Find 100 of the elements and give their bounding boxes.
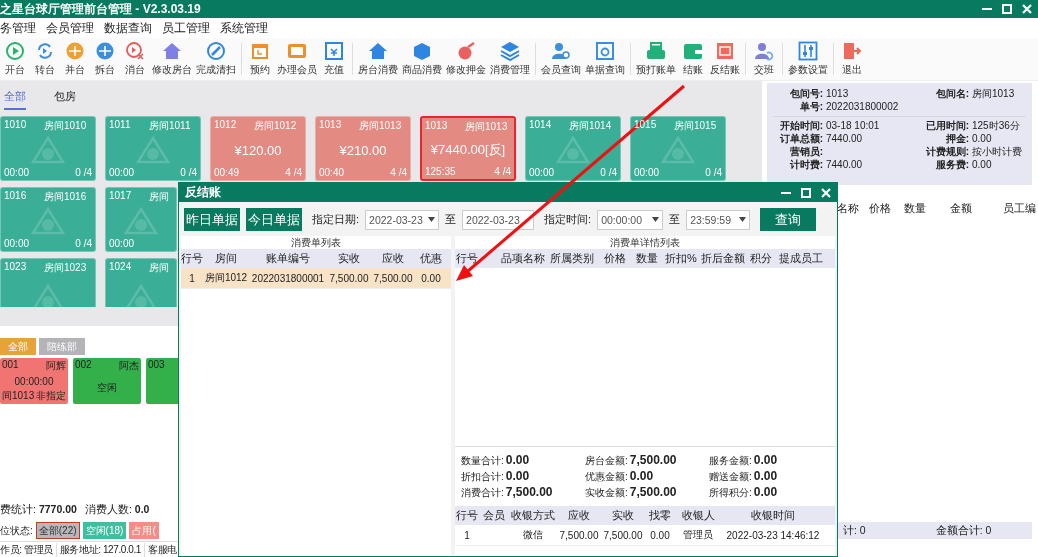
- column-header: 房间: [214, 251, 238, 266]
- staff-name: 阿杰: [119, 359, 139, 373]
- close-icon[interactable]: [1022, 4, 1032, 14]
- toolbar-button[interactable]: 修改房台: [150, 41, 194, 77]
- info-value: 2022031800002: [826, 101, 899, 113]
- toolbar-button[interactable]: 办理会员: [275, 41, 319, 77]
- time-to-select[interactable]: 23:59:59: [686, 209, 751, 230]
- column-header: 实收: [337, 251, 361, 266]
- toolbar-button[interactable]: 反结账: [708, 41, 742, 77]
- toolbar-button[interactable]: 充值: [319, 41, 349, 77]
- room-name: 房间1023: [44, 261, 87, 275]
- info-label: 押金:: [944, 133, 969, 145]
- play-icon: [5, 41, 25, 61]
- quick-filter-button[interactable]: 昨日单据: [184, 208, 240, 231]
- logo-icon: [31, 283, 65, 307]
- toolbar-button[interactable]: 拆台: [90, 41, 120, 77]
- column-header: 折后金额: [700, 251, 746, 266]
- toolbar-button[interactable]: 并台: [60, 41, 90, 77]
- info-value: 0.00: [972, 133, 992, 145]
- room-time: 125:35: [425, 166, 456, 177]
- room-name: 房间1014: [569, 119, 612, 133]
- query-button[interactable]: 查询: [760, 208, 817, 231]
- room-occupancy: 0 /4: [75, 238, 92, 249]
- table-cell-text: 7,500.00: [372, 272, 414, 284]
- toolbar-button[interactable]: 商品消费: [400, 41, 444, 77]
- summary-label: 赠送金额:: [709, 470, 752, 484]
- user-sync-icon: [754, 41, 774, 61]
- room-occupancy: 0 /4: [180, 167, 197, 178]
- column-header: 数量: [903, 200, 927, 216]
- staff-tile[interactable]: 003: [146, 358, 178, 404]
- menu-item[interactable]: 系统管理: [220, 20, 268, 36]
- room-name: 房间1013: [465, 120, 508, 134]
- room-name: 房间1013: [359, 119, 402, 133]
- footer-total: 金额合计: 0: [935, 523, 992, 538]
- toolbar-button[interactable]: 退出: [837, 41, 867, 77]
- date-to-field[interactable]: 2022-03-23: [462, 209, 535, 230]
- room-number: 1013: [425, 120, 449, 133]
- bill-row[interactable]: 1 房间1012 2022031800001 7,500.00 7,500.00 0.00: [181, 268, 451, 289]
- toolbar-button[interactable]: 参数设置: [786, 41, 830, 77]
- caret-icon: [428, 217, 436, 222]
- room-tab[interactable]: 全部: [4, 82, 26, 110]
- menu-item[interactable]: 会员管理: [46, 20, 94, 36]
- table-cell-text: 0.00: [420, 272, 442, 284]
- printer-icon: [646, 41, 666, 61]
- caret-icon: [739, 217, 747, 222]
- room-occupancy: 0 /4: [75, 167, 92, 178]
- logo-icon: [31, 207, 65, 235]
- summary-label: 实收金额:: [585, 486, 628, 500]
- date-from-select[interactable]: 2022-03-23: [365, 209, 440, 230]
- staff-tile[interactable]: 002 阿杰 空闲: [73, 358, 141, 404]
- maximize-icon[interactable]: [1002, 4, 1012, 14]
- toolbar-button[interactable]: 交班: [749, 41, 779, 77]
- toolbar-button[interactable]: 开台: [0, 41, 30, 77]
- table-cell-text: 微信: [522, 528, 544, 542]
- toolbar-button[interactable]: 完成清扫: [194, 41, 238, 77]
- logo-icon: [124, 207, 158, 235]
- toolbar-button[interactable]: 消费管理: [488, 41, 532, 77]
- toolbar-button[interactable]: 转台: [30, 41, 60, 77]
- toolbar-button[interactable]: 房台消费: [356, 41, 400, 77]
- info-label: 开始时间:: [778, 120, 823, 132]
- toolbar-button[interactable]: 预打账单: [634, 41, 678, 77]
- menu-item[interactable]: 员工管理: [162, 20, 210, 36]
- staff-time: 00:00:00: [14, 375, 54, 387]
- user-search-icon: [551, 41, 571, 61]
- maximize-icon[interactable]: [801, 187, 811, 198]
- stat-label: 消费人数:: [84, 503, 132, 517]
- summary-label: 消费合计:: [461, 486, 504, 500]
- toolbar-button[interactable]: 会员查询: [539, 41, 583, 77]
- room-tab[interactable]: 包房: [54, 82, 76, 110]
- info-label: 计费规则:: [924, 146, 969, 158]
- column-header: 收银人: [680, 508, 716, 523]
- menu-item[interactable]: 数据查询: [104, 20, 152, 36]
- time-from-select[interactable]: 00:00:00: [597, 209, 664, 230]
- summary-value: 0.00: [753, 453, 778, 467]
- stat-value: 7770.00: [38, 503, 77, 517]
- panel-caption: 消费单列表: [290, 236, 342, 249]
- toolbar-button[interactable]: 消台: [120, 41, 150, 77]
- staff-note: 非指定: [36, 389, 66, 403]
- date-label: 指定日期:: [312, 212, 360, 227]
- summary-label: 优惠金额:: [585, 470, 628, 484]
- info-value: 房间1013: [972, 88, 1015, 100]
- window-title: 之星台球厅管理前台管理 - V2.3.03.19: [0, 0, 201, 18]
- time-label: 指定时间:: [544, 212, 592, 227]
- room-name: 房间1015: [674, 119, 717, 133]
- column-header: 品项名称: [500, 251, 545, 266]
- column-header: 所属类别: [549, 251, 595, 266]
- status-filter[interactable]: 全部(22): [35, 522, 80, 539]
- toolbar-button[interactable]: 修改押金: [444, 41, 488, 77]
- summary-value: 0.00: [629, 469, 654, 483]
- menu-item[interactable]: 务管理: [0, 20, 36, 36]
- toolbar-button[interactable]: 预约: [245, 41, 275, 77]
- staff-tile[interactable]: 001 阿辉 00:00:00 间1013 非指定: [0, 358, 68, 404]
- toolbar-button[interactable]: 单据查询: [583, 41, 627, 77]
- quick-filter-button[interactable]: 今日单据: [246, 208, 302, 231]
- footer-total: 计: 0: [843, 523, 866, 538]
- room-time: 00:00: [109, 167, 135, 178]
- close-icon[interactable]: [821, 187, 831, 198]
- room-name: 房间: [149, 190, 169, 204]
- toolbar-button[interactable]: 结账: [678, 41, 708, 77]
- table-cell-text: 7,500.00: [328, 272, 370, 284]
